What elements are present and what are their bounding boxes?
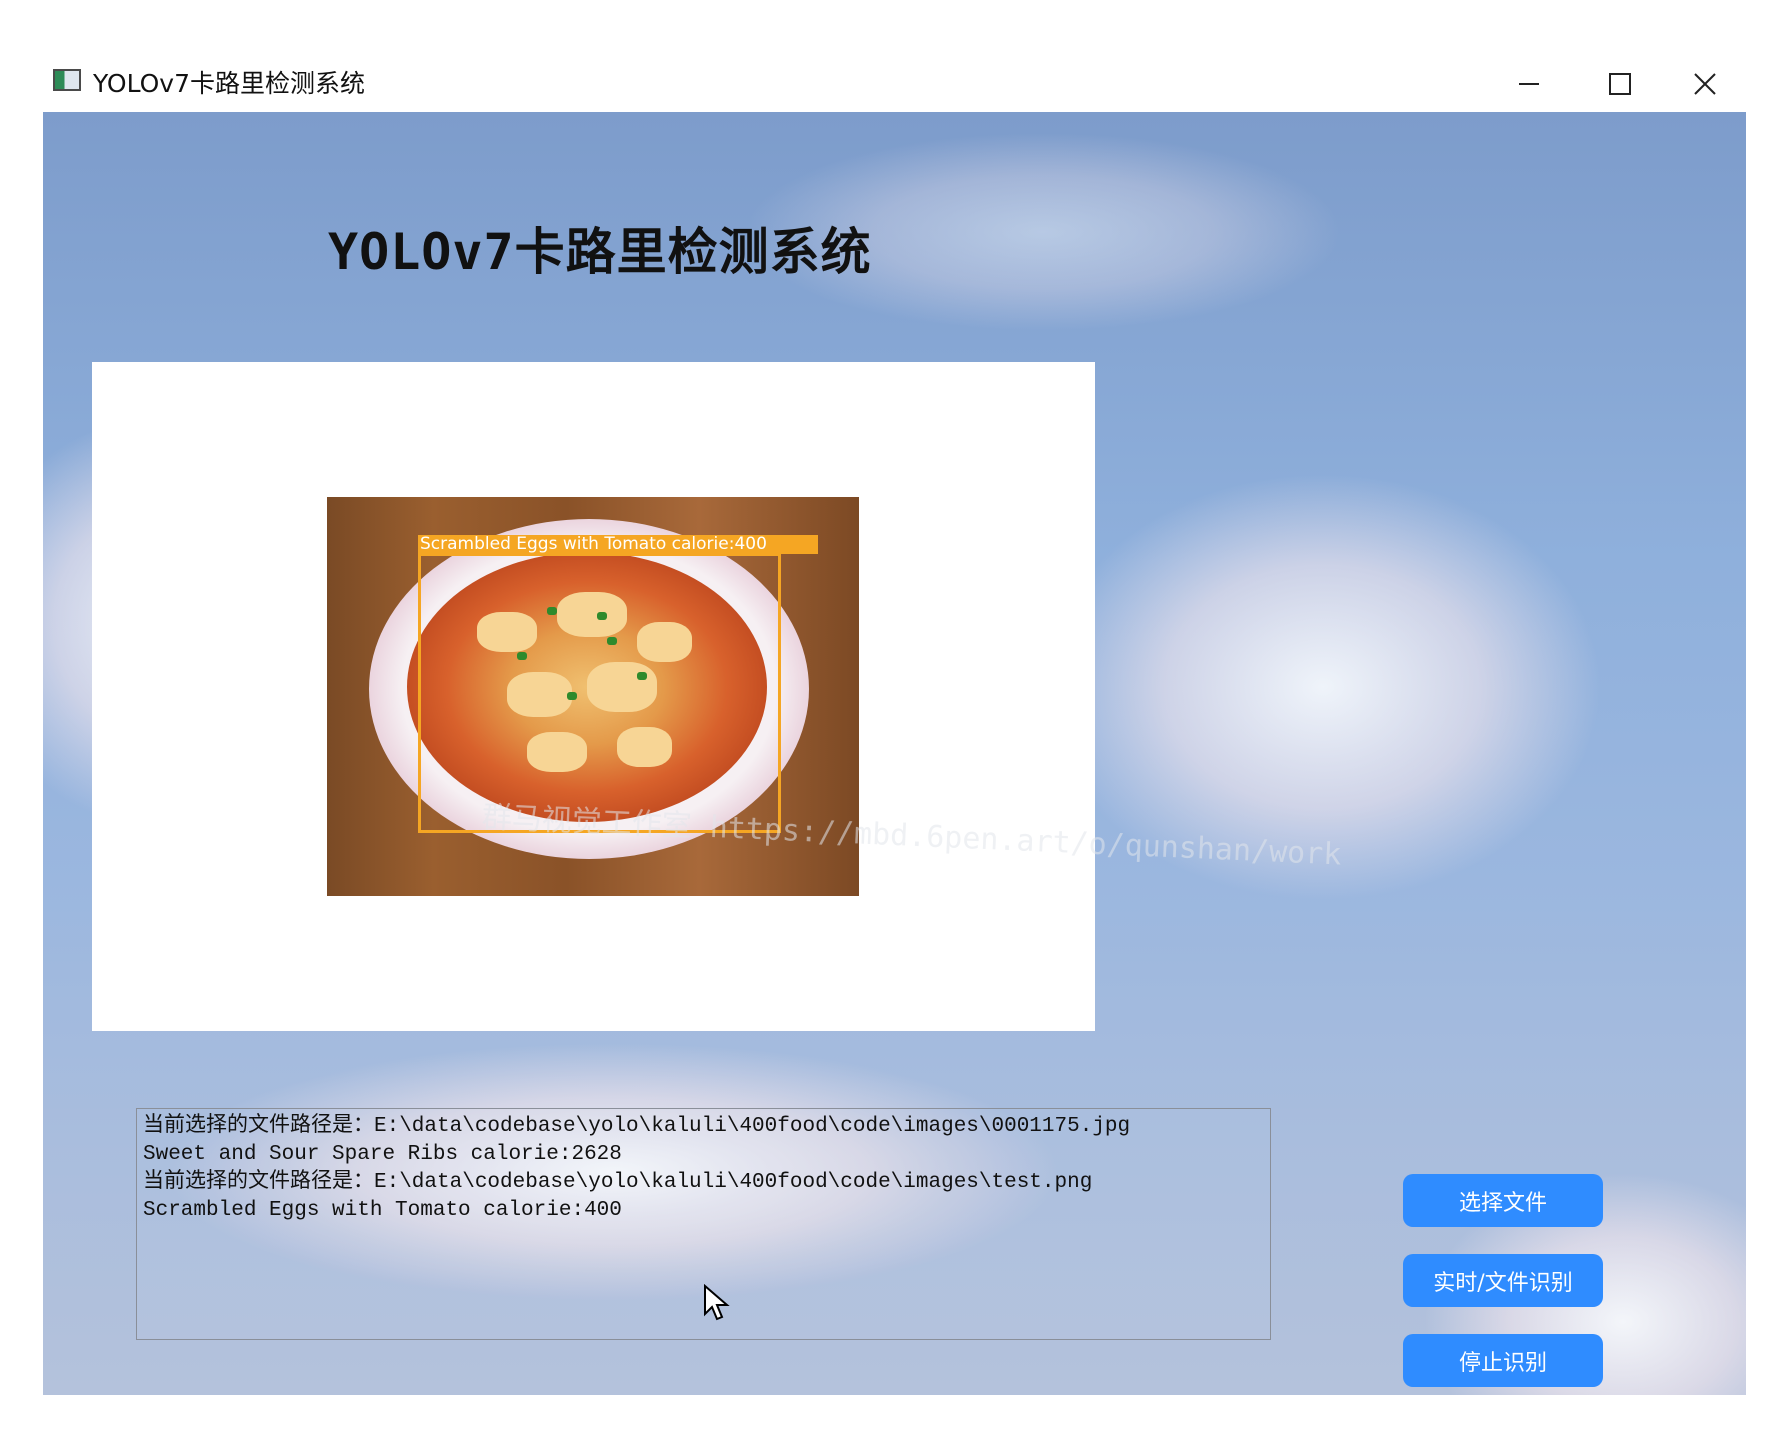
maximize-icon bbox=[1609, 72, 1631, 95]
close-button[interactable] bbox=[1665, 55, 1745, 112]
detection-bounding-box bbox=[418, 553, 781, 833]
cloud-decoration bbox=[1043, 472, 1603, 902]
log-line: 当前选择的文件路径是：E:\data\codebase\yolo\kaluli\… bbox=[143, 1171, 1093, 1194]
app-window: YOLOv7卡路里检测系统 YOLOv7卡路里检测系统 Scrambled Eg… bbox=[43, 55, 1746, 1395]
mouse-cursor-icon bbox=[704, 1284, 730, 1321]
log-line: Sweet and Sour Spare Ribs calorie:2628 bbox=[143, 1143, 622, 1166]
log-line: 当前选择的文件路径是：E:\data\codebase\yolo\kaluli\… bbox=[143, 1115, 1131, 1138]
main-content: YOLOv7卡路里检测系统 Scrambled Eggs with Tomato… bbox=[43, 112, 1746, 1395]
page-title: YOLOv7卡路里检测系统 bbox=[328, 223, 872, 281]
image-display-panel: Scrambled Eggs with Tomato calorie:400 bbox=[92, 362, 1095, 1031]
detection-image: Scrambled Eggs with Tomato calorie:400 bbox=[327, 497, 859, 896]
stop-detect-button[interactable]: 停止识别 bbox=[1403, 1334, 1603, 1387]
minimize-button[interactable] bbox=[1489, 55, 1569, 112]
app-icon bbox=[53, 69, 81, 91]
close-icon bbox=[1694, 72, 1716, 95]
window-title: YOLOv7卡路里检测系统 bbox=[93, 69, 365, 98]
detection-label: Scrambled Eggs with Tomato calorie:400 bbox=[418, 535, 818, 554]
log-line: Scrambled Eggs with Tomato calorie:400 bbox=[143, 1199, 622, 1222]
title-bar: YOLOv7卡路里检测系统 bbox=[43, 55, 1746, 112]
minimize-icon bbox=[1519, 82, 1539, 85]
realtime-file-detect-button[interactable]: 实时/文件识别 bbox=[1403, 1254, 1603, 1307]
select-file-button[interactable]: 选择文件 bbox=[1403, 1174, 1603, 1227]
maximize-button[interactable] bbox=[1580, 55, 1660, 112]
